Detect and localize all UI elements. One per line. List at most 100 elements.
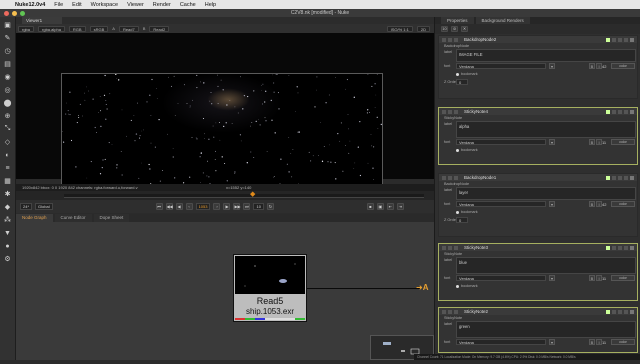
menu-cache[interactable]: Cache — [180, 2, 196, 8]
input-a-select[interactable]: Read7 — [119, 26, 139, 32]
zoom-select[interactable]: ISO/% 1:1 — [387, 26, 413, 32]
next-frame-icon[interactable]: › — [213, 203, 220, 210]
plugin-tool-icon[interactable]: ⚙ — [3, 254, 13, 264]
bookmark-checkbox[interactable]: bookmark — [456, 148, 478, 152]
app-menu[interactable]: Nuke12.0v4 — [15, 2, 45, 8]
label-textarea[interactable]: green — [456, 321, 636, 338]
tab-background-renders[interactable]: Background Renders — [476, 17, 530, 24]
font-dropdown-icon[interactable]: ▾ — [549, 339, 555, 345]
max-panels-field[interactable]: 10 — [441, 26, 448, 32]
layer-select[interactable]: rgba.alpha — [38, 26, 65, 32]
panel-header[interactable]: StickyNote3 — [439, 244, 637, 251]
zorder-field[interactable]: 0 — [456, 79, 468, 85]
cache-icon[interactable]: ■ — [367, 203, 374, 210]
panel-header[interactable]: StickyNote4 — [439, 108, 637, 115]
fps-field[interactable]: 24* — [20, 203, 32, 210]
input-b-select[interactable]: Read2 — [149, 26, 169, 32]
time-tool-icon[interactable]: ◷ — [3, 46, 13, 56]
label-textarea[interactable]: blue — [456, 257, 636, 274]
viewer-canvas[interactable]: 1920x842 — [16, 33, 434, 179]
tab-node-graph[interactable]: Node Graph — [16, 214, 53, 222]
image-tool-icon[interactable]: ▣ — [3, 20, 13, 30]
goto-start-icon[interactable]: ⏮ — [156, 203, 163, 210]
bold-button[interactable]: B — [589, 339, 595, 345]
clear-panels-icon[interactable]: ✕ — [461, 26, 468, 32]
other-tool-icon[interactable]: ✱ — [3, 189, 13, 199]
panel-header[interactable]: BackdropNode1 — [439, 174, 637, 181]
bookmark-checkbox[interactable]: bookmark — [456, 210, 478, 214]
tab-viewer1[interactable]: Viewer1 — [22, 17, 62, 24]
font-size-field[interactable]: 11 — [602, 140, 606, 145]
menu-render[interactable]: Render — [153, 2, 171, 8]
font-size-field[interactable]: 42 — [602, 202, 606, 207]
prev-frame-icon[interactable]: ‹ — [186, 203, 193, 210]
current-frame-field[interactable]: 1053 — [196, 203, 211, 210]
tab-dope-sheet[interactable]: Dope Sheet — [94, 214, 130, 222]
proxy-toggle[interactable]: 2D — [417, 26, 430, 32]
read-node[interactable]: Read5 ship.1053.exr — [233, 254, 307, 322]
play-forward-icon[interactable]: ▶ — [223, 203, 230, 210]
bookmark-checkbox[interactable]: bookmark — [456, 72, 478, 76]
bold-button[interactable]: B — [589, 275, 595, 281]
menu-workspace[interactable]: Workspace — [91, 2, 118, 8]
font-dropdown-icon[interactable]: ▾ — [549, 63, 555, 69]
font-select[interactable]: Verdana — [456, 63, 546, 69]
menu-edit[interactable]: Edit — [72, 2, 81, 8]
color-button[interactable]: color — [611, 339, 635, 345]
merge-tool-icon[interactable]: ⊕ — [3, 111, 13, 121]
furnace-tool-icon[interactable]: ◆ — [3, 202, 13, 212]
channel-select[interactable]: rgba — [18, 26, 34, 32]
next-keyframe-icon[interactable]: ▶▶ — [233, 203, 240, 210]
close-window-icon[interactable] — [4, 11, 9, 16]
minimize-window-icon[interactable] — [12, 11, 17, 16]
menu-file[interactable]: File — [54, 2, 63, 8]
font-size-field[interactable]: 11 — [602, 340, 606, 345]
label-textarea[interactable]: layer — [456, 187, 636, 200]
deep-tool-icon[interactable]: ▼ — [3, 228, 13, 238]
color-tool-icon[interactable]: ◉ — [3, 72, 13, 82]
bold-button[interactable]: B — [589, 201, 595, 207]
zorder-field[interactable]: 0 — [456, 217, 468, 223]
font-select[interactable]: Verdana — [456, 201, 546, 207]
range-mode-select[interactable]: Global — [35, 203, 53, 210]
color-button[interactable]: color — [611, 139, 635, 145]
font-dropdown-icon[interactable]: ▾ — [549, 201, 555, 207]
playhead-icon[interactable]: ◆ — [250, 191, 256, 200]
input-a-arrow[interactable]: ➜A — [416, 283, 430, 293]
font-select[interactable]: Verdana — [456, 339, 546, 345]
transform-tool-icon[interactable]: ⤡ — [3, 124, 13, 134]
goto-end-icon[interactable]: ⏭ — [243, 203, 250, 210]
bold-button[interactable]: B — [589, 139, 595, 145]
timeline[interactable]: ◆ — [16, 191, 434, 200]
draw-tool-icon[interactable]: ✎ — [3, 33, 13, 43]
tab-curve-editor[interactable]: Curve Editor — [55, 214, 92, 222]
font-select[interactable]: Verdana — [456, 275, 546, 281]
node-connection-wire[interactable] — [307, 288, 420, 289]
flipbook-icon[interactable]: ▣ — [377, 203, 384, 210]
display-select[interactable]: RGB — [69, 26, 86, 32]
zoom-window-icon[interactable] — [20, 11, 25, 16]
play-backward-icon[interactable]: ◀ — [176, 203, 183, 210]
in-point-icon[interactable]: ⇤ — [387, 203, 394, 210]
toolsets-tool-icon[interactable]: ▦ — [3, 176, 13, 186]
3d-tool-icon[interactable]: ◇ — [3, 137, 13, 147]
font-select[interactable]: Verdana — [456, 139, 546, 145]
particles-tool-icon[interactable]: ⁂ — [3, 215, 13, 225]
color-button[interactable]: color — [611, 275, 635, 281]
filter-tool-icon[interactable]: ◎ — [3, 85, 13, 95]
panel-header[interactable]: StickyNote2 — [439, 308, 637, 315]
color-button[interactable]: color — [611, 63, 635, 69]
font-size-field[interactable]: 42 — [602, 64, 606, 69]
bold-button[interactable]: B — [589, 63, 595, 69]
colorspace-select[interactable]: sRGB — [90, 26, 109, 32]
timeline-track[interactable] — [64, 194, 424, 198]
tab-properties[interactable]: Properties — [441, 17, 474, 24]
font-dropdown-icon[interactable]: ▾ — [549, 275, 555, 281]
keyer-tool-icon[interactable]: ⬤ — [3, 98, 13, 108]
metadata-tool-icon[interactable]: ≡ — [3, 163, 13, 173]
step-field[interactable]: 10 — [253, 203, 263, 210]
cara-tool-icon[interactable]: ● — [3, 241, 13, 251]
menu-help[interactable]: Help — [205, 2, 216, 8]
font-size-field[interactable]: 11 — [602, 276, 606, 281]
font-dropdown-icon[interactable]: ▾ — [549, 139, 555, 145]
